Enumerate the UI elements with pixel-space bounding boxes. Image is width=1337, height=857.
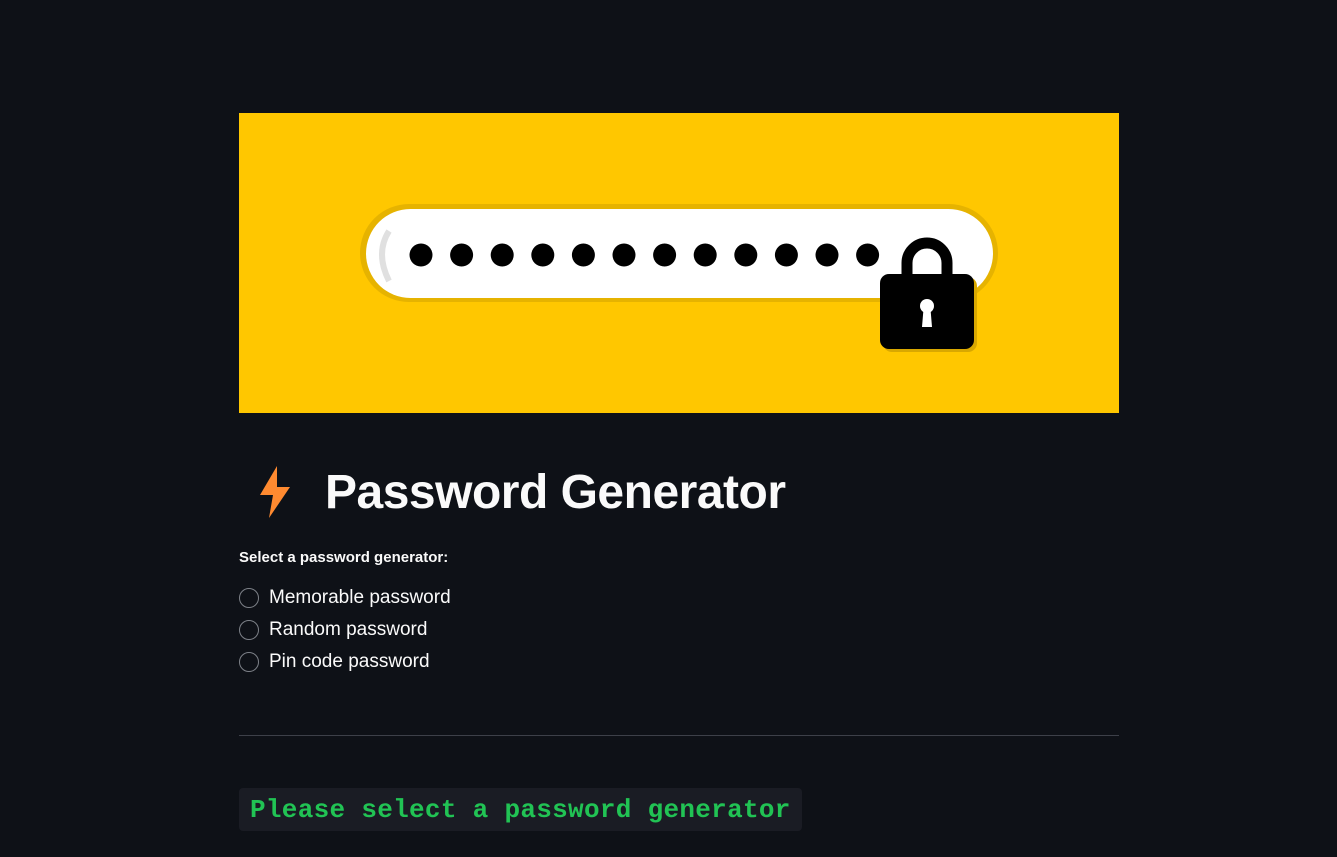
password-lock-banner [239,113,1119,413]
generator-radio-group: Memorable password Random password Pin c… [239,582,451,678]
radio-option-random[interactable]: Random password [239,614,451,646]
radio-button[interactable] [239,620,259,640]
radio-option-label: Pin code password [269,651,430,672]
radio-option-label: Memorable password [269,587,451,608]
lightning-bolt-icon [239,460,313,524]
password-dot [856,243,880,267]
password-dot [409,243,433,267]
radio-button[interactable] [239,588,259,608]
radio-option-label: Random password [269,619,428,640]
status-code-block: Please select a password generator [239,788,802,831]
password-dot [531,243,555,267]
page-header: Password Generator [239,460,786,524]
password-dot [693,243,717,267]
password-dot [653,243,677,267]
password-dot [571,243,595,267]
password-dot [734,243,758,267]
password-dot [774,243,798,267]
generator-select-label: Select a password generator: [239,549,449,566]
password-dot [490,243,514,267]
radio-option-pin-code[interactable]: Pin code password [239,646,451,678]
password-dot [612,243,636,267]
divider [239,735,1119,736]
page-title: Password Generator [325,465,786,519]
radio-option-memorable[interactable]: Memorable password [239,582,451,614]
radio-button[interactable] [239,652,259,672]
status-message: Please select a password generator [250,794,791,825]
password-dot [450,243,474,267]
password-dot [815,243,839,267]
